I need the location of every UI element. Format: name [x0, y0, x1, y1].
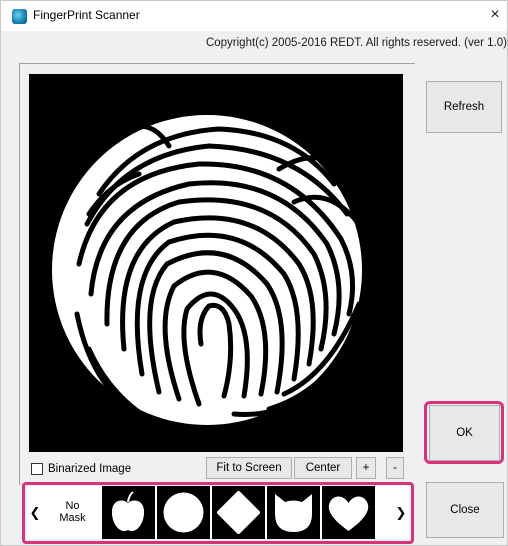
cat-mask-icon[interactable] [265, 486, 320, 539]
scroll-left-icon[interactable]: ❮ [27, 486, 43, 539]
no-mask-label: No Mask [45, 500, 100, 524]
center-button[interactable]: Center [294, 457, 352, 479]
no-mask-label-line2: Mask [59, 512, 86, 524]
zoom-in-button[interactable]: + [356, 457, 376, 479]
zoom-out-button[interactable]: - [386, 457, 404, 479]
window-title: FingerPrint Scanner [33, 8, 140, 22]
fit-to-screen-button[interactable]: Fit to Screen [206, 457, 292, 479]
fingerprint-app-icon [12, 9, 27, 24]
close-icon[interactable]: × [485, 4, 505, 26]
binarized-image-checkbox[interactable] [31, 463, 43, 475]
binarized-image-option[interactable]: Binarized Image [31, 461, 131, 477]
fingerprint-image [52, 115, 362, 425]
refresh-button[interactable]: Refresh [426, 81, 502, 133]
scroll-right-icon[interactable]: ❯ [393, 486, 409, 539]
no-mask-label-line1: No [65, 500, 80, 512]
title-bar: FingerPrint Scanner × [1, 1, 507, 31]
fingerprint-viewer[interactable] [29, 74, 403, 452]
ok-button[interactable]: OK [429, 405, 500, 461]
close-button[interactable]: Close [426, 482, 504, 538]
copyright-text: Copyright(c) 2005-2016 REDT. All rights … [205, 37, 507, 49]
circle-mask-icon[interactable] [155, 486, 210, 539]
no-mask-option[interactable]: No Mask [45, 486, 100, 539]
binarized-image-label: Binarized Image [48, 463, 132, 475]
diamond-mask-icon[interactable] [210, 486, 265, 539]
heart-mask-icon[interactable] [320, 486, 375, 539]
mask-strip: ❮ No Mask ❯ [27, 486, 409, 539]
fingerprint-scanner-window: FingerPrint Scanner × Copyright(c) 2005-… [0, 0, 508, 546]
apple-mask-icon[interactable] [100, 486, 155, 539]
